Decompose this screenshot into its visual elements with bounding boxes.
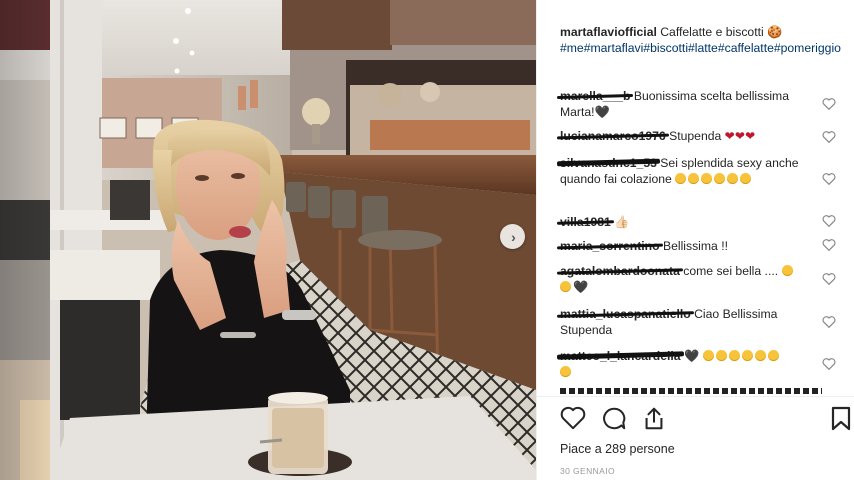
comment-trailing-heart: 🖤 <box>573 280 589 294</box>
comment-item: agatalombardoonata come sei bella .... 🖤 <box>560 263 822 295</box>
comment-username[interactable]: silvanasdnc1_53 <box>560 155 657 171</box>
next-photo-button[interactable]: › <box>500 224 525 249</box>
comment-item: silvanasdnc1_53 Sei splendida sexy anche… <box>560 155 822 187</box>
comment-like-heart-icon[interactable] <box>822 357 836 370</box>
comment-emojis <box>675 172 753 186</box>
comment-like-heart-icon[interactable] <box>822 315 836 328</box>
emoji-icon <box>560 281 571 292</box>
comment-username[interactable]: mattia_lucaspanatiello <box>560 306 691 322</box>
comment-like-heart-icon[interactable] <box>822 214 836 227</box>
comment-username[interactable]: marella___b <box>560 88 630 104</box>
comment-text: come sei bella .... <box>683 264 779 278</box>
comment-text: 🖤 <box>683 349 700 363</box>
comment-emojis <box>702 349 781 363</box>
caption-username[interactable]: martaflaviofficial <box>560 25 657 39</box>
action-divider <box>537 396 854 397</box>
comment-text: Stupenda <box>669 129 722 143</box>
comment-item: mattia_lucaspanatiello Ciao Bellissima S… <box>560 306 822 338</box>
comment-item: matteo_l_lancardella 🖤 <box>560 348 822 380</box>
comment-like-heart-icon[interactable] <box>822 97 836 110</box>
comment-username[interactable]: villa1981 <box>560 214 611 230</box>
emoji-icon <box>560 366 571 377</box>
comment-like-heart-icon[interactable] <box>822 172 836 185</box>
post-date: 30 GENNAIO <box>560 466 616 476</box>
likes-count[interactable]: Piace a 289 persone <box>560 442 675 456</box>
emoji-icon <box>781 265 793 276</box>
share-icon[interactable] <box>641 405 667 431</box>
comment-item: maria_sorrentino Bellissima !! <box>560 238 822 254</box>
comment-text: 👍🏻 <box>614 215 630 229</box>
comment-username[interactable]: matteo_l_lancardella <box>560 348 681 364</box>
comment-like-heart-icon[interactable] <box>822 238 836 251</box>
comment-item: villa1981 👍🏻 <box>560 214 822 230</box>
speech-bubble-icon[interactable] <box>601 405 627 431</box>
previous-post-peek <box>0 0 50 480</box>
comment-like-heart-icon[interactable] <box>822 130 836 143</box>
comment-username[interactable]: maria_sorrentino <box>560 238 660 254</box>
bookmark-icon[interactable] <box>829 405 853 431</box>
comment-like-heart-icon[interactable] <box>822 272 836 285</box>
comment-hearts: ❤❤❤ <box>724 129 756 143</box>
caption-text: Caffelatte e biscotti 🍪 <box>660 25 783 39</box>
comment-item-clipped <box>560 388 822 394</box>
post-photo[interactable]: › <box>50 0 536 480</box>
chevron-right-icon: › <box>511 228 516 245</box>
comment-username[interactable]: lucianamarco1976 <box>560 128 666 144</box>
cafe-photo-illustration <box>50 0 536 480</box>
comment-username[interactable]: agatalombardoonata <box>560 263 680 279</box>
comment-item: lucianamarco1976 Stupenda ❤❤❤ <box>560 128 822 144</box>
comment-text: Bellissima !! <box>662 239 728 253</box>
heart-outline-icon[interactable] <box>560 405 586 431</box>
comment-item: marella___b Buonissima scelta bellissima… <box>560 88 822 120</box>
post-caption: martaflaviofficial Caffelatte e biscotti… <box>560 24 842 56</box>
caption-hashtags[interactable]: #me#martaflavi#biscotti#latte#caffelatte… <box>560 40 842 56</box>
